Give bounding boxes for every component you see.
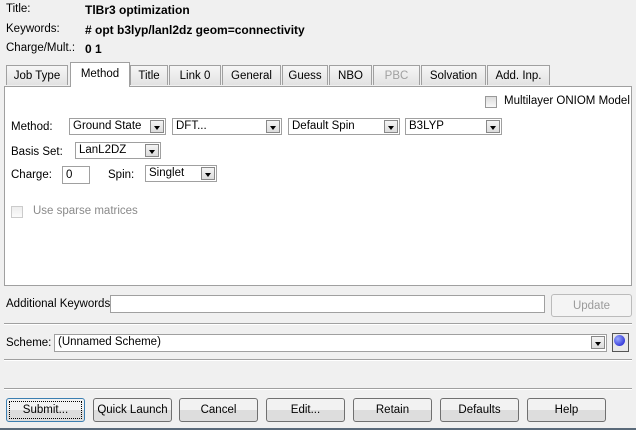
update-button: Update [551,294,632,317]
tab-job-type[interactable]: Job Type [6,65,68,85]
quick-launch-button[interactable]: Quick Launch [93,398,172,422]
scheme-combo[interactable]: (Unnamed Scheme) [54,334,607,352]
chevron-down-icon [486,120,500,133]
method-type-combo[interactable]: DFT... [172,118,282,135]
scheme-value: (Unnamed Scheme) [58,336,161,348]
charge-label: Charge: [11,169,52,181]
chevron-down-icon [591,336,605,349]
divider [4,388,632,390]
help-button[interactable]: Help [527,398,606,422]
tab-method[interactable]: Method [70,62,130,87]
sparse-checkbox [11,206,23,218]
title-value: TlBr3 optimization [85,3,190,17]
keywords-value: # opt b3lyp/lanl2dz geom=connectivity [85,23,305,37]
tab-general[interactable]: General [222,65,281,85]
basis-label: Basis Set: [11,146,63,158]
charge-input[interactable]: 0 [62,166,90,184]
scheme-label: Scheme: [6,337,52,349]
sparse-label: Use sparse matrices [33,205,138,217]
tab-solvation[interactable]: Solvation [421,65,486,85]
tab-add-inp[interactable]: Add. Inp. [487,65,550,85]
scheme-manager-icon[interactable] [612,333,629,352]
method-label: Method: [11,121,53,133]
tab-link0[interactable]: Link 0 [169,65,221,85]
defaults-button[interactable]: Defaults [440,398,519,422]
divider [4,359,632,361]
title-label: Title: [6,3,31,15]
additional-keywords-input[interactable] [110,295,545,313]
oniom-label: Multilayer ONIOM Model [504,95,630,107]
tab-title[interactable]: Title [130,65,168,85]
chevron-down-icon [145,144,159,157]
chevron-down-icon [201,167,215,180]
charge-mult-value: 0 1 [85,42,102,56]
method-type-value: DFT... [176,120,207,132]
functional-combo[interactable]: B3LYP [405,118,502,135]
oniom-checkbox[interactable] [485,96,497,108]
tab-nbo[interactable]: NBO [329,65,372,85]
basis-value: LanL2DZ [79,144,127,156]
spin-value: Singlet [149,167,185,179]
divider [4,323,632,325]
retain-button[interactable]: Retain [353,398,432,422]
cancel-button[interactable]: Cancel [179,398,258,422]
spin-combo[interactable]: Singlet [145,165,217,182]
method-panel [4,86,632,286]
additional-keywords-label: Additional Keywords: [6,298,114,310]
basis-combo[interactable]: LanL2DZ [75,142,161,159]
chevron-down-icon [150,120,164,133]
keywords-label: Keywords: [6,23,60,35]
submit-button[interactable]: Submit... [6,398,85,422]
charge-mult-label: Charge/Mult.: [6,42,76,54]
chevron-down-icon [384,120,398,133]
tab-guess[interactable]: Guess [282,65,328,85]
tab-pbc: PBC [373,65,420,85]
spin-mode-combo[interactable]: Default Spin [288,118,400,135]
spin-mode-value: Default Spin [292,120,355,132]
functional-value: B3LYP [409,120,444,132]
state-combo[interactable]: Ground State [69,118,166,135]
state-value: Ground State [73,120,142,132]
chevron-down-icon [266,120,280,133]
spin-label: Spin: [108,169,135,181]
edit-button[interactable]: Edit... [266,398,345,422]
